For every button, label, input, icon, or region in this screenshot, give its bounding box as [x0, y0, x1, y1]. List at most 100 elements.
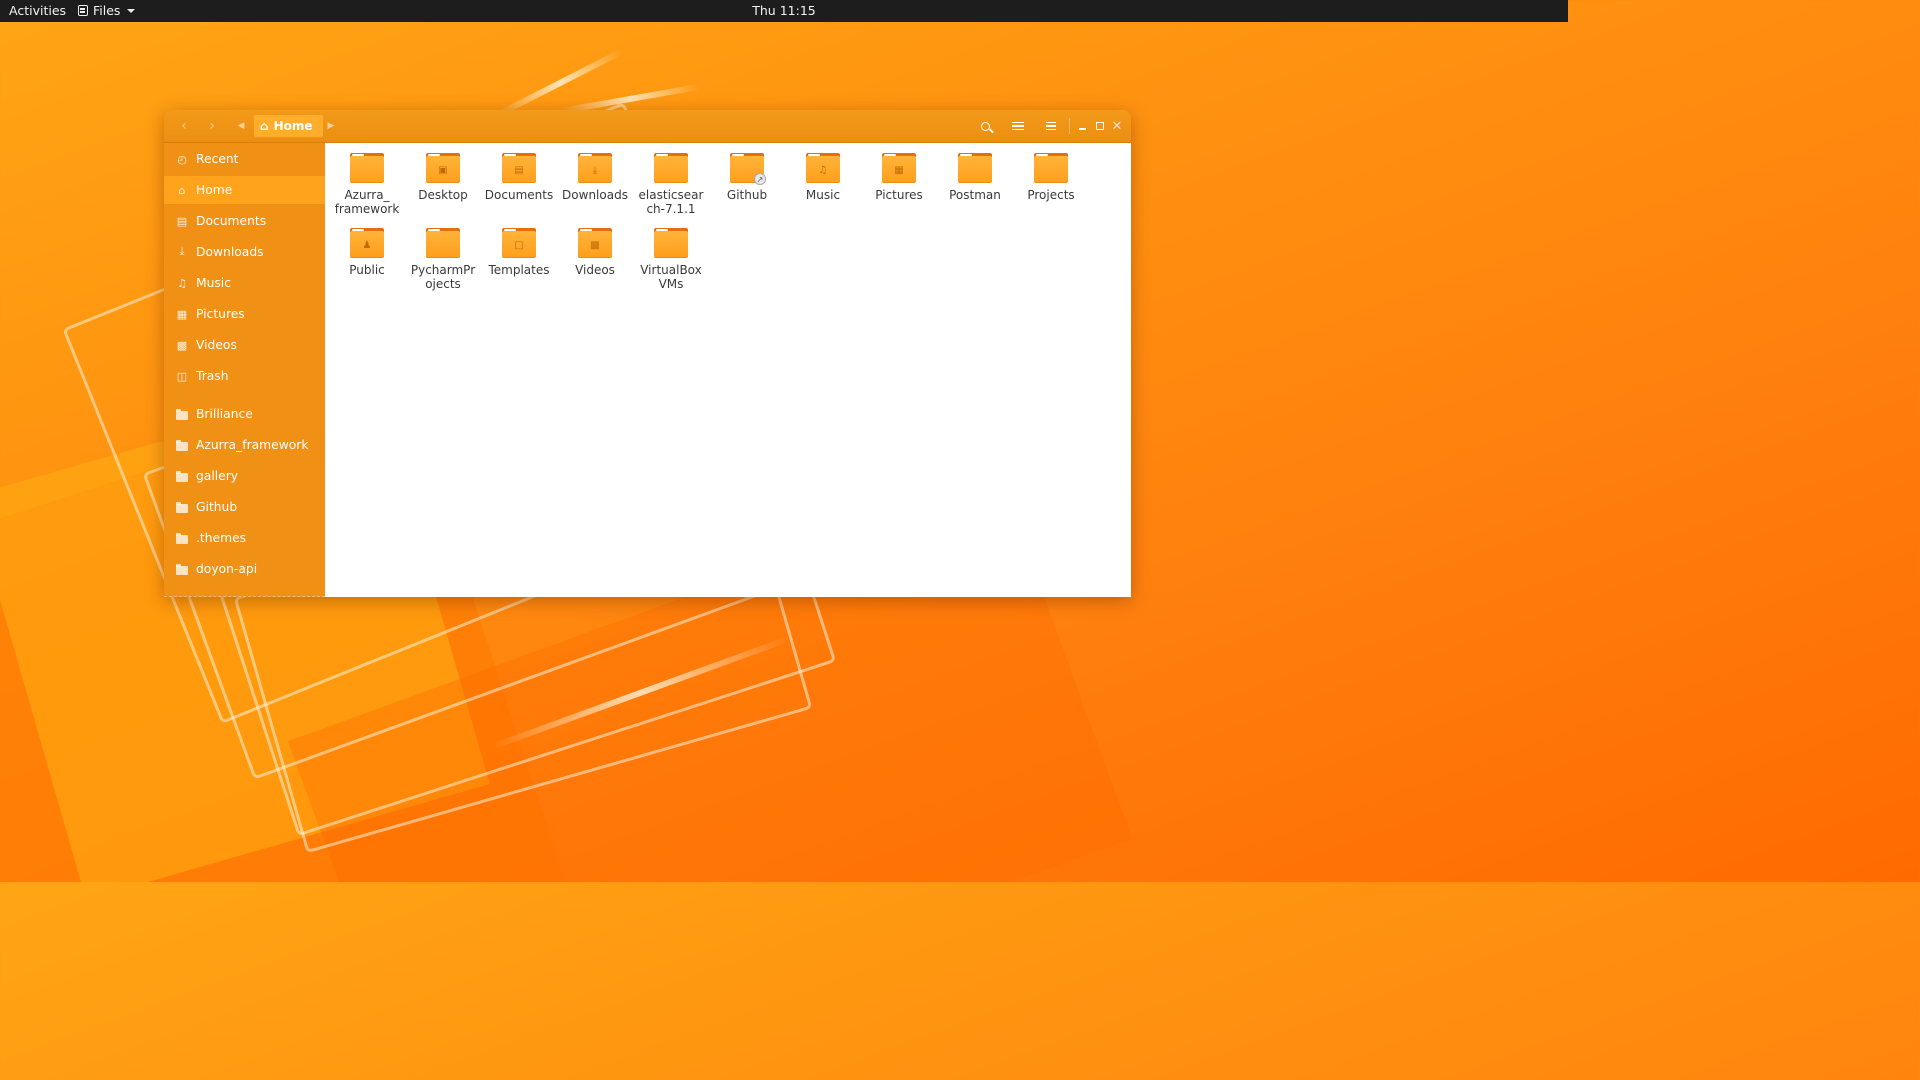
- sidebar-item-label: Home: [196, 183, 233, 197]
- folder-icon: ▣: [426, 153, 460, 183]
- sidebar-item-github[interactable]: Github: [164, 493, 325, 521]
- folder-item[interactable]: VirtualBox VMs: [633, 222, 709, 291]
- sidebar-item-gallery[interactable]: gallery: [164, 462, 325, 490]
- folder-item[interactable]: Postman: [937, 147, 1013, 202]
- sidebar-item-home[interactable]: ⌂ Home: [164, 176, 325, 204]
- maximize-icon: [1096, 122, 1104, 130]
- sidebar-item-downloads[interactable]: ⤓ Downloads: [164, 238, 325, 266]
- minimize-button[interactable]: [1074, 110, 1090, 142]
- file-name: elasticsear ch-7.1.1: [638, 188, 704, 216]
- sidebar-item-label: Azurra_framework: [196, 438, 309, 452]
- clock[interactable]: Thu 11:15: [0, 3, 1568, 18]
- folder-icon: ↗: [730, 153, 766, 185]
- folder-icon: ♫: [806, 153, 840, 183]
- trash-icon: ◫: [176, 369, 188, 383]
- sidebar-item-label: Recent: [196, 152, 239, 166]
- breadcrumb-scroll-left[interactable]: ◀: [236, 110, 246, 142]
- folder-icon: [176, 501, 188, 513]
- film-icon: ▩: [590, 239, 600, 251]
- file-name: Music: [805, 188, 841, 202]
- sidebar-item-label: gallery: [196, 469, 239, 483]
- file-name: Downloads: [562, 188, 628, 202]
- folder-icon: [176, 408, 188, 420]
- folder-icon: ▩: [578, 228, 612, 258]
- sidebar-item-documents[interactable]: ▤ Documents: [164, 207, 325, 235]
- sidebar-item-azurra-framework[interactable]: Azurra_framework: [164, 431, 325, 459]
- folder-item[interactable]: Projects: [1013, 147, 1089, 202]
- sidebar-item-label: .themes: [196, 531, 247, 545]
- sidebar-item-trash[interactable]: ◫ Trash: [164, 362, 325, 390]
- file-grid: Azurra_ framework ▣ Desktop ▤ Documents …: [325, 143, 1131, 597]
- sidebar-item-pictures[interactable]: ▦ Pictures: [164, 300, 325, 328]
- file-name: Pictures: [875, 188, 923, 202]
- folder-icon: □: [502, 228, 536, 258]
- sidebar-item-videos[interactable]: ▩ Videos: [164, 331, 325, 359]
- close-button[interactable]: ✕: [1109, 110, 1125, 142]
- triangle-right-icon: ▶: [327, 121, 335, 131]
- folder-icon: [958, 153, 992, 183]
- view-toggle-button[interactable]: [1007, 110, 1029, 142]
- folder-icon: [1034, 153, 1068, 183]
- file-name: Projects: [1027, 188, 1075, 202]
- sidebar-divider: [164, 596, 325, 597]
- folder-item[interactable]: ↗ Github: [709, 147, 785, 202]
- symlink-badge-icon: ↗: [754, 173, 766, 185]
- image-icon: ▦: [176, 307, 188, 321]
- folder-item[interactable]: Azurra_ framework: [329, 147, 405, 216]
- image-icon: ▦: [894, 164, 904, 176]
- sidebar-item-themes[interactable]: .themes: [164, 524, 325, 552]
- forward-button[interactable]: ›: [204, 110, 220, 142]
- sidebar-item-label: Brilliance: [196, 407, 253, 421]
- files-window: ‹ › ◀ ⌂ Home ▶ ✕ ◴ Recent ⌂ Home ▤ Docum…: [164, 110, 1131, 597]
- back-button[interactable]: ‹: [176, 110, 192, 142]
- file-name: Github: [726, 188, 768, 202]
- home-icon: ⌂: [260, 119, 269, 133]
- sidebar-item-label: Downloads: [196, 245, 264, 259]
- breadcrumb-home[interactable]: ⌂ Home: [254, 115, 323, 137]
- folder-item[interactable]: ▤ Documents: [481, 147, 557, 202]
- search-button[interactable]: [974, 110, 996, 142]
- folder-item[interactable]: ▣ Desktop: [405, 147, 481, 202]
- film-icon: ▩: [176, 338, 188, 352]
- folder-item[interactable]: ⤓ Downloads: [557, 147, 633, 202]
- file-name: Azurra_ framework: [334, 188, 400, 216]
- header-bar: ‹ › ◀ ⌂ Home ▶ ✕: [164, 110, 1131, 143]
- sidebar-item-doyon-api[interactable]: doyon-api: [164, 555, 325, 583]
- sidebar-item-label: Videos: [196, 338, 237, 352]
- sidebar-item-recent[interactable]: ◴ Recent: [164, 145, 325, 173]
- maximize-button[interactable]: [1092, 110, 1108, 142]
- sidebar-item-label: Documents: [196, 214, 267, 228]
- search-icon: [980, 121, 990, 131]
- folder-icon: ▤: [502, 153, 536, 183]
- folder-icon: [654, 228, 688, 258]
- document-icon: ▤: [514, 164, 524, 176]
- chevron-right-icon: ›: [209, 118, 215, 134]
- folder-item[interactable]: ▩ Videos: [557, 222, 633, 277]
- folder-item[interactable]: PycharmPr ojects: [405, 222, 481, 291]
- sidebar-item-label: doyon-api: [196, 562, 258, 576]
- template-icon: □: [514, 239, 524, 251]
- breadcrumb-scroll-right[interactable]: ▶: [326, 110, 336, 142]
- folder-icon: [176, 470, 188, 482]
- folder-item[interactable]: □ Templates: [481, 222, 557, 277]
- folder-icon: ⤓: [578, 153, 612, 183]
- file-name: PycharmPr ojects: [410, 263, 476, 291]
- music-note-icon: ♫: [818, 164, 828, 176]
- sidebar-item-music[interactable]: ♫ Music: [164, 269, 325, 297]
- clock-icon: ◴: [177, 152, 187, 166]
- music-note-icon: ♫: [177, 276, 187, 290]
- folder-item[interactable]: elasticsear ch-7.1.1: [633, 147, 709, 216]
- folder-icon: [350, 153, 384, 183]
- sidebar-item-brilliance[interactable]: Brilliance: [164, 400, 325, 428]
- folder-icon: [654, 153, 688, 183]
- file-name: Documents: [484, 188, 554, 202]
- file-name: Desktop: [418, 188, 468, 202]
- folder-item[interactable]: ♫ Music: [785, 147, 861, 202]
- minimize-icon: [1078, 128, 1086, 130]
- main-menu-button[interactable]: [1040, 110, 1062, 142]
- hamburger-menu-icon: [1046, 121, 1056, 131]
- folder-item[interactable]: ▦ Pictures: [861, 147, 937, 202]
- folder-item[interactable]: ♟ Public: [329, 222, 405, 277]
- breadcrumb-label: Home: [273, 119, 313, 133]
- folder-icon: ▦: [882, 153, 916, 183]
